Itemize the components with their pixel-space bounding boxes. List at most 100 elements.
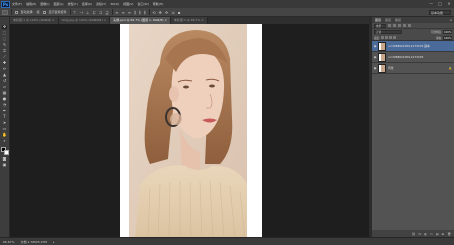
lock-position-icon[interactable] <box>389 36 393 39</box>
menu-edit[interactable]: 编辑(E) <box>26 2 36 6</box>
delete-layer-icon[interactable]: 🗑 <box>447 232 451 236</box>
quick-select-tool-icon[interactable]: ✎ <box>2 43 7 47</box>
marquee-tool-icon[interactable]: ⬚ <box>2 31 7 35</box>
distribute-hcenter-icon[interactable]: ⫼ <box>139 10 141 15</box>
3d-mode-icon[interactable]: ⟲ <box>152 10 155 15</box>
menu-type[interactable]: 类型(Y) <box>68 2 78 6</box>
eraser-tool-icon[interactable]: ▱ <box>2 85 7 89</box>
document-tab[interactable]: 未标题-1 @ 100% (RGB/8) × <box>10 17 59 24</box>
hand-tool-icon[interactable]: ✋ <box>2 133 7 137</box>
panel-menu-icon[interactable]: ≡ <box>449 18 452 22</box>
brush-tool-icon[interactable]: ✏ <box>2 67 7 71</box>
add-mask-icon[interactable]: ◐ <box>424 232 427 236</box>
filter-pixel-icon[interactable] <box>388 24 391 27</box>
align-top-icon[interactable]: ⊤ <box>73 10 76 15</box>
background-color[interactable] <box>3 150 9 155</box>
tab-channels[interactable]: 通道 <box>385 18 391 22</box>
clone-stamp-tool-icon[interactable]: ▲ <box>2 73 7 77</box>
align-bottom-icon[interactable]: ⊥ <box>86 10 89 15</box>
dodge-tool-icon[interactable]: ◔ <box>2 103 7 107</box>
zoom-tool-icon[interactable]: ⌕ <box>2 139 7 143</box>
move-tool-preset-icon[interactable] <box>2 9 8 15</box>
align-center-icon[interactable]: ⊐ <box>99 10 102 15</box>
layers-panel-footer: ⛓ fx ◐ ▭ ▤ ⊞ 🗑 <box>372 230 454 237</box>
adjustment-layer-icon[interactable]: ▭ <box>430 232 433 236</box>
blur-tool-icon[interactable]: ● <box>2 97 7 101</box>
path-select-tool-icon[interactable]: ➤ <box>2 121 7 125</box>
layer-row[interactable]: ◉ u=3288621059,2173476 <box>372 52 454 63</box>
type-tool-icon[interactable]: T <box>2 115 7 119</box>
new-group-icon[interactable]: ▤ <box>436 232 439 236</box>
3d-drag-icon[interactable]: ✣ <box>165 10 168 15</box>
menu-select[interactable]: 选择(S) <box>82 2 92 6</box>
crop-tool-icon[interactable]: ⌗ <box>2 49 7 53</box>
3d-roll-icon[interactable]: ✥ <box>159 10 162 15</box>
menu-file[interactable]: 文件(F) <box>12 2 22 6</box>
history-brush-tool-icon[interactable]: ↺ <box>2 79 7 83</box>
pen-tool-icon[interactable]: ✒ <box>2 109 7 113</box>
distribute-center-icon[interactable]: ≡ <box>121 10 124 15</box>
tab-layers[interactable]: 图层 <box>375 18 381 22</box>
color-swatches[interactable] <box>0 147 9 155</box>
document-tab[interactable]: timg.jpg @ 100% (RGB/8#) × <box>58 17 111 24</box>
divider <box>69 9 71 15</box>
document-tab-active[interactable]: 头像.psd @ 66.7% (图层 1, RGB/8) × <box>110 17 171 24</box>
fill-label: 填充: <box>435 36 442 40</box>
show-transform-checkbox[interactable] <box>42 10 46 14</box>
layer-row-selected[interactable]: ◉ u=3288621059,2173476 副本 <box>372 41 454 52</box>
menu-window[interactable]: 窗口(W) <box>137 2 148 6</box>
lasso-tool-icon[interactable]: ◌ <box>2 37 7 41</box>
layer-style-icon[interactable]: fx <box>419 232 422 236</box>
align-middle-icon[interactable]: ⊣ <box>80 10 83 15</box>
menu-3d[interactable]: 3D(D) <box>110 2 119 6</box>
filter-type-icon[interactable] <box>398 24 401 27</box>
blend-mode-dropdown[interactable]: 正常 <box>374 30 402 34</box>
align-right-icon[interactable]: ⊒ <box>105 10 108 15</box>
distribute-left-icon[interactable]: ⫼ <box>134 10 136 15</box>
workspace-dropdown[interactable]: 基本功能 <box>429 10 451 15</box>
tab-paths[interactable]: 路径 <box>395 18 401 22</box>
new-layer-icon[interactable]: ⊞ <box>442 232 445 236</box>
auto-select-target-dropdown[interactable]: 组 <box>37 10 40 14</box>
filter-adjust-icon[interactable] <box>393 24 396 27</box>
quick-mask-icon[interactable]: ◙ <box>2 157 7 161</box>
maximize-icon[interactable]: □ <box>437 1 443 6</box>
shape-tool-icon[interactable]: ▭ <box>2 127 7 131</box>
menu-view[interactable]: 视图(V) <box>123 2 133 6</box>
filter-type-dropdown[interactable]: 类型 <box>374 23 386 28</box>
document-tab[interactable]: 未标题-2 @ 66.7% × <box>170 17 208 24</box>
menu-filter[interactable]: 滤镜(T) <box>96 2 106 6</box>
lock-all-icon[interactable] <box>393 36 397 39</box>
auto-select-checkbox[interactable] <box>14 10 18 14</box>
distribute-top-icon[interactable]: ≡ <box>115 10 118 15</box>
filter-shape-icon[interactable] <box>403 24 406 27</box>
status-menu-arrow-icon[interactable]: ▸ <box>53 240 55 244</box>
close-icon[interactable]: ✕ <box>446 1 452 6</box>
screen-mode-icon[interactable]: ▣ <box>2 163 7 167</box>
lock-transparent-icon[interactable] <box>381 36 385 39</box>
zoom-level[interactable]: 66.67% <box>3 240 14 244</box>
menu-image[interactable]: 图像(I) <box>40 2 49 6</box>
gradient-tool-icon[interactable]: ▦ <box>2 91 7 95</box>
menu-layer[interactable]: 图层(L) <box>54 2 64 6</box>
minimize-icon[interactable]: — <box>428 1 434 6</box>
filter-smart-icon[interactable] <box>408 24 411 27</box>
move-tool-icon[interactable]: ✥ <box>2 25 7 29</box>
fill-field[interactable]: 100% <box>443 35 452 40</box>
3d-scale-icon[interactable]: ▪ <box>178 10 181 15</box>
document-canvas[interactable] <box>120 24 262 237</box>
align-left-icon[interactable]: ⊏ <box>93 10 96 15</box>
link-layers-icon[interactable]: ⛓ <box>412 232 416 236</box>
distribute-bottom-icon[interactable]: ≡ <box>128 10 131 15</box>
tools-panel: ✥ ⬚ ◌ ✎ ⌗ ⟋ ✚ ✏ ▲ ↺ ▱ ▦ ● ◔ ✒ T ➤ ▭ ✋ ⌕ … <box>0 17 10 237</box>
lock-controls: 锁定: <box>374 36 397 40</box>
distribute-right-icon[interactable]: ⫼ <box>144 10 146 15</box>
eyedropper-tool-icon[interactable]: ⟋ <box>2 55 7 59</box>
lock-pixels-icon[interactable] <box>385 36 389 39</box>
3d-slide-icon[interactable]: ⇲ <box>171 10 174 15</box>
menu-help[interactable]: 帮助(H) <box>153 2 164 6</box>
healing-tool-icon[interactable]: ✚ <box>2 61 7 65</box>
opacity-field[interactable]: 100% <box>443 30 452 34</box>
layer-row-background[interactable]: ◉ 背景 🔒 <box>372 63 454 74</box>
canvas-area[interactable] <box>10 24 369 237</box>
